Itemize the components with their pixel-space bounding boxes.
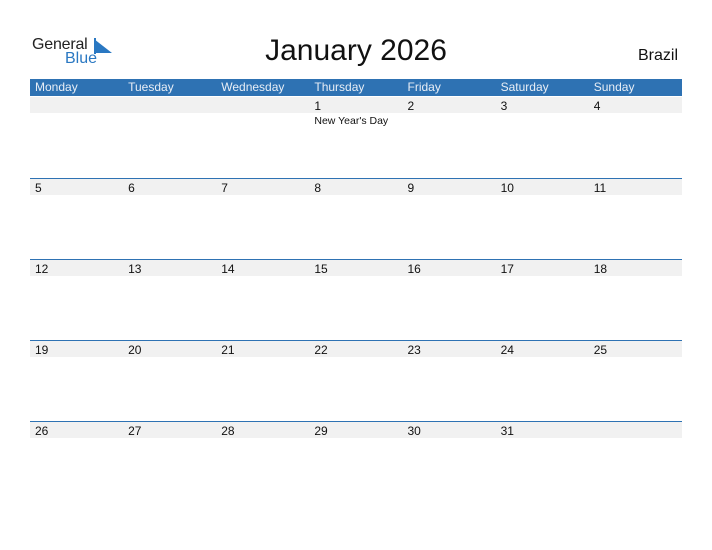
day-cell: 5 xyxy=(30,179,123,195)
day-number: 16 xyxy=(407,262,421,276)
day-cell xyxy=(216,97,309,113)
day-cell: 24 xyxy=(496,341,589,357)
day-cell: 7 xyxy=(216,179,309,195)
date-strip: 12 13 14 15 16 17 18 xyxy=(30,260,682,276)
date-strip: 1 New Year's Day 2 3 4 xyxy=(30,97,682,127)
day-number: 7 xyxy=(221,181,228,195)
calendar-title: January 2026 xyxy=(265,34,447,67)
weekday-friday: Friday xyxy=(407,80,441,94)
date-strip: 26 27 28 29 30 31 xyxy=(30,422,682,438)
day-number: 1 xyxy=(314,99,322,113)
day-number: 26 xyxy=(35,424,49,438)
day-cell: 30 xyxy=(403,422,496,438)
day-number: 12 xyxy=(35,262,49,276)
day-number: 17 xyxy=(500,262,514,276)
day-number: 30 xyxy=(407,424,421,438)
week-row: 1 New Year's Day 2 3 4 xyxy=(30,97,682,178)
day-number: 22 xyxy=(314,343,328,357)
day-number: 14 xyxy=(221,262,235,276)
day-number: 19 xyxy=(35,343,49,357)
day-cell: 11 xyxy=(589,179,682,195)
day-cell: 18 xyxy=(589,260,682,276)
day-cell: 19 xyxy=(30,341,123,357)
day-cell: 31 xyxy=(496,422,589,438)
day-cell: 14 xyxy=(216,260,309,276)
country-label: Brazil xyxy=(637,47,678,64)
day-cell: 25 xyxy=(589,341,682,357)
day-cell: 28 xyxy=(216,422,309,438)
day-number: 29 xyxy=(314,424,328,438)
day-cell: 22 xyxy=(309,341,402,357)
day-number: 27 xyxy=(128,424,142,438)
week-row: 26 27 28 29 30 31 xyxy=(30,421,682,503)
day-number: 9 xyxy=(407,181,415,195)
weekday-saturday: Saturday xyxy=(500,80,549,94)
day-cell xyxy=(589,422,682,438)
day-number: 31 xyxy=(500,424,514,438)
day-number: 15 xyxy=(314,262,328,276)
day-number: 4 xyxy=(593,99,601,113)
day-number: 20 xyxy=(128,343,142,357)
date-strip: 5 6 7 8 9 10 11 xyxy=(30,179,682,195)
day-cell: 6 xyxy=(123,179,216,195)
holiday-label: New Year's Day xyxy=(314,115,389,127)
day-cell: 29 xyxy=(309,422,402,438)
day-cell: 16 xyxy=(403,260,496,276)
day-cell: 9 xyxy=(403,179,496,195)
day-cell xyxy=(123,97,216,113)
week-row: 19 20 21 22 23 24 25 xyxy=(30,340,682,422)
day-cell: 21 xyxy=(216,341,309,357)
day-number: 3 xyxy=(500,99,508,113)
day-cell: 15 xyxy=(309,260,402,276)
day-number: 21 xyxy=(221,343,235,357)
week-row: 12 13 14 15 16 17 18 xyxy=(30,259,682,341)
date-strip: 19 20 21 22 23 24 25 xyxy=(30,341,682,357)
day-cell: 17 xyxy=(496,260,589,276)
day-cell: 4 xyxy=(589,97,682,113)
day-number: 13 xyxy=(128,262,142,276)
day-number: 11 xyxy=(593,181,607,195)
day-number: 6 xyxy=(128,181,135,195)
weekday-tuesday: Tuesday xyxy=(128,80,174,94)
day-cell: 27 xyxy=(123,422,216,438)
day-cell: 12 xyxy=(30,260,123,276)
day-number: 8 xyxy=(314,181,322,195)
day-number: 10 xyxy=(500,181,514,195)
day-number: 2 xyxy=(407,99,415,113)
day-cell: 23 xyxy=(403,341,496,357)
day-number: 5 xyxy=(35,181,42,195)
day-cell: 2 xyxy=(403,97,496,113)
day-number: 24 xyxy=(500,343,514,357)
day-number: 28 xyxy=(221,424,235,438)
day-number: 18 xyxy=(593,262,608,276)
day-cell: 3 xyxy=(496,97,589,113)
day-cell: 8 xyxy=(309,179,402,195)
weekday-sunday: Sunday xyxy=(593,80,635,94)
day-cell: 1 New Year's Day xyxy=(309,97,402,127)
weekday-wednesday: Wednesday xyxy=(221,80,285,94)
week-row: 5 6 7 8 9 10 11 xyxy=(30,178,682,260)
weekday-header: Monday Tuesday Wednesday Thursday Friday… xyxy=(30,79,682,96)
day-cell: 10 xyxy=(496,179,589,195)
day-cell: 26 xyxy=(30,422,123,438)
weekday-monday: Monday xyxy=(35,80,78,94)
day-cell xyxy=(30,97,123,113)
day-cell: 13 xyxy=(123,260,216,276)
day-number: 25 xyxy=(593,343,608,357)
day-number: 23 xyxy=(407,343,421,357)
day-cell: 20 xyxy=(123,341,216,357)
weekday-thursday: Thursday xyxy=(314,80,365,94)
